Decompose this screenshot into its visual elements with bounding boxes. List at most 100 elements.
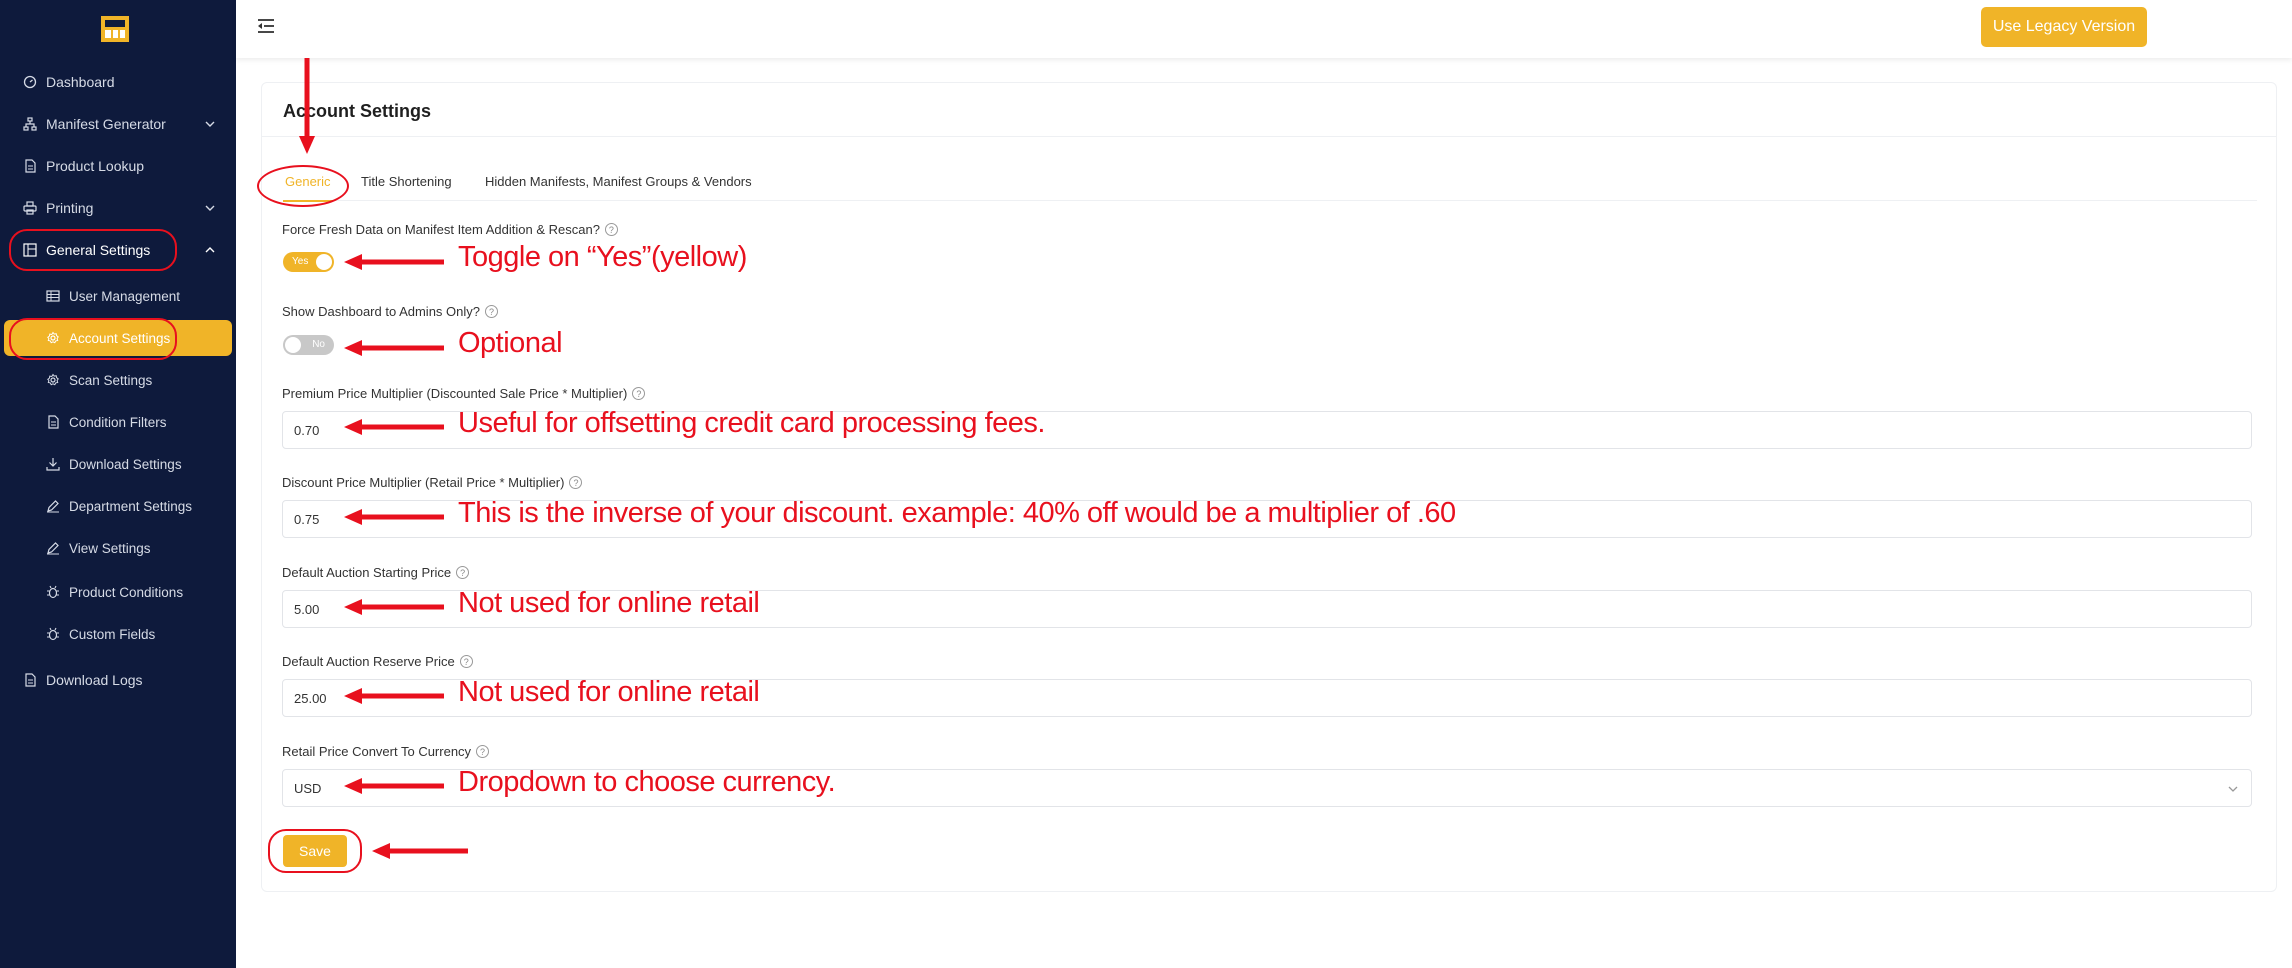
- show-dashboard-label: Show Dashboard to Admins Only? ?: [282, 304, 498, 319]
- discount-multiplier-label: Discount Price Multiplier (Retail Price …: [282, 475, 583, 490]
- help-icon[interactable]: ?: [459, 655, 473, 668]
- toggle-knob: [316, 254, 332, 270]
- sidebar-item-condition-filters[interactable]: Condition Filters: [0, 402, 236, 442]
- currency-value: USD: [294, 780, 322, 796]
- sidebar-item-label: Product Lookup: [46, 158, 145, 174]
- annotation-auction-reserve: Not used for online retail: [458, 676, 760, 708]
- sidebar-item-printing[interactable]: Printing: [0, 188, 236, 228]
- help-icon[interactable]: ?: [569, 476, 583, 489]
- sidebar-item-user-management[interactable]: User Management: [0, 276, 236, 316]
- annotation-show-dashboard: Optional: [458, 327, 563, 359]
- edit-icon: [45, 498, 61, 514]
- help-icon[interactable]: ?: [604, 223, 618, 236]
- use-legacy-version-button[interactable]: Use Legacy Version: [1981, 7, 2147, 47]
- annotation-premium: Useful for offsetting credit card proces…: [458, 407, 1046, 439]
- annotation-circle-account-settings: [9, 318, 177, 360]
- download-icon: [45, 456, 61, 472]
- sitemap-icon: [22, 116, 38, 132]
- sidebar-item-label: Scan Settings: [69, 372, 153, 388]
- annotation-arrow-left-icon: [344, 419, 444, 435]
- help-icon[interactable]: ?: [456, 566, 470, 579]
- sidebar-item-label: Printing: [46, 200, 94, 216]
- field-label-text: Default Auction Reserve Price: [282, 654, 455, 669]
- help-icon[interactable]: ?: [632, 387, 646, 400]
- annotation-discount: This is the inverse of your discount. ex…: [458, 497, 1456, 529]
- toggle-text: Yes: [292, 256, 309, 267]
- menu-fold-icon[interactable]: [256, 17, 276, 35]
- field-label-text: Premium Price Multiplier (Discounted Sal…: [282, 386, 628, 401]
- toggle-knob: [285, 337, 301, 353]
- sidebar-item-label: Manifest Generator: [46, 116, 166, 132]
- document-icon: [45, 414, 61, 430]
- field-label-text: Retail Price Convert To Currency: [282, 744, 472, 759]
- toggle-text: No: [312, 339, 325, 350]
- edit-icon: [45, 540, 61, 556]
- sidebar-item-product-conditions[interactable]: Product Conditions: [0, 572, 236, 612]
- force-fresh-toggle[interactable]: Yes: [283, 252, 334, 272]
- table-icon: [45, 288, 61, 304]
- annotation-arrow-down-icon: [299, 58, 315, 154]
- sidebar-item-label: Download Settings: [69, 456, 182, 472]
- annotation-arrow-left-icon: [344, 509, 444, 525]
- divider: [262, 136, 2276, 137]
- bug-icon: [45, 584, 61, 600]
- annotation-force-fresh: Toggle on “Yes”(yellow): [458, 241, 747, 273]
- auction-reserve-label: Default Auction Reserve Price ?: [282, 654, 473, 669]
- sidebar-item-label: Dashboard: [46, 74, 115, 90]
- app-logo[interactable]: [97, 12, 133, 46]
- chevron-up-icon: [205, 247, 215, 253]
- currency-label: Retail Price Convert To Currency ?: [282, 744, 490, 759]
- document-icon: [22, 158, 38, 174]
- chevron-down-icon: [2228, 786, 2238, 792]
- annotation-arrow-left-icon: [344, 778, 444, 794]
- annotation-arrow-left-icon: [344, 688, 444, 704]
- sidebar-item-label: User Management: [69, 288, 181, 304]
- sidebar-item-label: Download Logs: [46, 672, 143, 688]
- annotation-arrow-left-icon: [344, 599, 444, 615]
- document-icon: [22, 672, 38, 688]
- topbar: Use Legacy Version: [236, 0, 2292, 58]
- sidebar: Dashboard Manifest Generator Product Loo…: [0, 0, 236, 968]
- annotation-circle-tab: [257, 165, 349, 207]
- chevron-down-icon: [205, 121, 215, 127]
- premium-multiplier-label: Premium Price Multiplier (Discounted Sal…: [282, 386, 646, 401]
- sidebar-item-scan-settings[interactable]: Scan Settings: [0, 360, 236, 400]
- dashboard-icon: [22, 74, 38, 90]
- annotation-auction-start: Not used for online retail: [458, 587, 760, 619]
- annotation-currency: Dropdown to choose currency.: [458, 766, 836, 798]
- help-icon[interactable]: ?: [476, 745, 490, 758]
- field-label-text: Show Dashboard to Admins Only?: [282, 304, 480, 319]
- force-fresh-label: Force Fresh Data on Manifest Item Additi…: [282, 222, 618, 237]
- field-label-text: Force Fresh Data on Manifest Item Additi…: [282, 222, 600, 237]
- annotation-arrow-left-icon: [372, 843, 468, 859]
- bug-icon: [45, 626, 61, 642]
- field-label-text: Default Auction Starting Price: [282, 565, 452, 580]
- sidebar-item-label: View Settings: [69, 540, 151, 556]
- sidebar-item-label: Custom Fields: [69, 626, 156, 642]
- settings-tabs: Generic Title Shortening Hidden Manifest…: [283, 171, 2257, 202]
- tab-hidden-manifests[interactable]: Hidden Manifests, Manifest Groups & Vend…: [485, 174, 752, 189]
- sidebar-item-label: Condition Filters: [69, 414, 167, 430]
- show-dashboard-toggle[interactable]: No: [283, 335, 334, 355]
- sidebar-item-download-logs[interactable]: Download Logs: [0, 660, 236, 700]
- sidebar-item-download-settings[interactable]: Download Settings: [0, 444, 236, 484]
- sidebar-item-view-settings[interactable]: View Settings: [0, 528, 236, 568]
- annotation-arrow-left-icon: [344, 254, 444, 270]
- sidebar-item-label: Department Settings: [69, 498, 193, 514]
- chevron-down-icon: [205, 205, 215, 211]
- sidebar-item-custom-fields[interactable]: Custom Fields: [0, 614, 236, 654]
- gear-icon: [45, 372, 61, 388]
- help-icon[interactable]: ?: [485, 305, 498, 318]
- annotation-circle-general-settings: [9, 229, 177, 271]
- sidebar-item-department-settings[interactable]: Department Settings: [0, 486, 236, 526]
- auction-start-label: Default Auction Starting Price ?: [282, 565, 470, 580]
- sidebar-item-manifest-generator[interactable]: Manifest Generator: [0, 104, 236, 144]
- sidebar-item-dashboard[interactable]: Dashboard: [0, 62, 236, 102]
- annotation-arrow-left-icon: [344, 340, 444, 356]
- printer-icon: [22, 200, 38, 216]
- tab-title-shortening[interactable]: Title Shortening: [361, 174, 452, 189]
- sidebar-item-label: Product Conditions: [69, 584, 184, 600]
- annotation-circle-save: [268, 829, 362, 873]
- sidebar-item-product-lookup[interactable]: Product Lookup: [0, 146, 236, 186]
- field-label-text: Discount Price Multiplier (Retail Price …: [282, 475, 565, 490]
